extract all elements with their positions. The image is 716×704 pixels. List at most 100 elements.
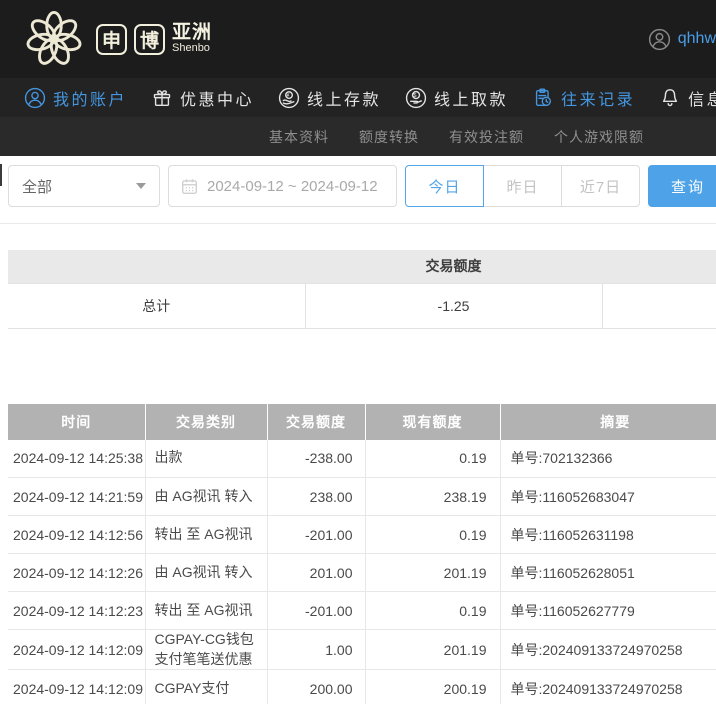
cell-type: 转出 至 AG视讯 — [145, 516, 267, 554]
bell-icon — [659, 87, 681, 109]
sub-nav: 基本资料 额度转换 有效投注额 个人游戏限额 — [0, 117, 716, 156]
column-header-1: 交易类别 — [145, 404, 267, 440]
quick-range-button-2[interactable]: 近7日 — [561, 165, 640, 207]
cell-amount: -238.00 — [267, 440, 365, 478]
cell-note: 单号:202409133724970258 — [500, 670, 716, 704]
column-header-2: 交易额度 — [267, 404, 365, 440]
subnav-tab-3[interactable]: 个人游戏限额 — [554, 127, 644, 147]
user-account-area[interactable]: qhhw — [648, 28, 716, 51]
chevron-down-icon — [136, 183, 146, 189]
transactions-body: 2024-09-12 14:25:38出款-238.000.19单号:70213… — [8, 440, 716, 704]
records-icon — [532, 87, 554, 109]
cell-time: 2024-09-12 14:12:09 — [8, 630, 145, 670]
date-range-input[interactable]: 2024-09-12 ~ 2024-09-12 — [168, 165, 397, 207]
column-header-0: 时间 — [8, 404, 145, 440]
cell-balance: 201.19 — [365, 554, 500, 592]
edge-tick — [0, 164, 2, 186]
cell-balance: 200.19 — [365, 670, 500, 704]
brand-region: 亚洲 Shenbo — [172, 23, 212, 54]
table-row: 2024-09-12 14:12:56转出 至 AG视讯-201.000.19单… — [8, 516, 716, 554]
gift-icon — [151, 87, 173, 109]
svg-text:¥: ¥ — [286, 92, 291, 98]
table-row: 2024-09-12 14:12:26由 AG视讯 转入201.00201.19… — [8, 554, 716, 592]
quick-range-group: 今日昨日近7日 — [405, 165, 640, 207]
cell-time: 2024-09-12 14:12:23 — [8, 592, 145, 630]
summary-header-row: 交易额度 — [8, 250, 716, 283]
cell-note: 单号:702132366 — [500, 440, 716, 478]
cell-amount: 238.00 — [267, 478, 365, 516]
cell-time: 2024-09-12 14:21:59 — [8, 478, 145, 516]
summary-empty-cell — [602, 283, 716, 328]
summary-header-empty-left — [8, 250, 305, 283]
subnav-tab-1[interactable]: 额度转换 — [359, 127, 419, 147]
calendar-icon — [181, 178, 198, 195]
cell-type: 由 AG视讯 转入 — [145, 554, 267, 592]
cell-amount: -201.00 — [267, 592, 365, 630]
nav-item-bell[interactable]: 信息 — [659, 86, 716, 110]
svg-text:$: $ — [413, 93, 419, 99]
cell-note: 单号:116052631198 — [500, 516, 716, 554]
date-range-value: 2024-09-12 ~ 2024-09-12 — [207, 178, 378, 195]
column-header-3: 现有额度 — [365, 404, 500, 440]
brand-char-1: 申 — [96, 24, 127, 55]
subnav-tab-0[interactable]: 基本资料 — [269, 127, 329, 147]
cell-type: 转出 至 AG视讯 — [145, 592, 267, 630]
cell-amount: 200.00 — [267, 670, 365, 704]
cell-type: 出款 — [145, 440, 267, 478]
cell-balance: 238.19 — [365, 478, 500, 516]
subnav-tab-2[interactable]: 有效投注额 — [449, 127, 524, 147]
summary-total-label: 总计 — [8, 283, 305, 328]
nav-item-deposit[interactable]: ¥线上存款 — [278, 86, 381, 110]
deposit-icon: ¥ — [278, 87, 300, 109]
username[interactable]: qhhw — [678, 30, 716, 48]
brand-char-2: 博 — [134, 24, 165, 55]
table-row: 2024-09-12 14:12:09CGPAY-CG钱包支付笔笔送优惠1.00… — [8, 630, 716, 670]
search-button[interactable]: 查询 — [648, 165, 716, 207]
quick-range-button-0[interactable]: 今日 — [405, 165, 484, 207]
cell-amount: 1.00 — [267, 630, 365, 670]
nav-item-gift[interactable]: 优惠中心 — [151, 86, 254, 110]
type-select-value: 全部 — [22, 176, 52, 197]
cell-type: CGPAY-CG钱包支付笔笔送优惠 — [145, 630, 267, 670]
summary-total-value: -1.25 — [305, 283, 602, 328]
user-avatar-icon — [648, 28, 671, 51]
quick-range-button-1[interactable]: 昨日 — [483, 165, 562, 207]
cell-amount: 201.00 — [267, 554, 365, 592]
flower-logo-icon — [26, 11, 82, 67]
cell-time: 2024-09-12 14:12:26 — [8, 554, 145, 592]
summary-header-empty-right — [602, 250, 716, 283]
nav-item-records[interactable]: 往来记录 — [532, 86, 635, 110]
summary-header-label: 交易额度 — [305, 250, 602, 283]
brand-region-cn: 亚洲 — [172, 23, 212, 43]
column-header-4: 摘要 — [500, 404, 716, 440]
cell-type: 由 AG视讯 转入 — [145, 478, 267, 516]
top-header: 申 博 亚洲 Shenbo qhhw — [0, 0, 716, 78]
withdraw-icon: $ — [405, 87, 427, 109]
cell-time: 2024-09-12 14:12:56 — [8, 516, 145, 554]
cell-balance: 0.19 — [365, 440, 500, 478]
brand-logo[interactable]: 申 博 — [96, 24, 165, 55]
nav-item-label: 优惠中心 — [180, 86, 254, 110]
nav-item-user-account[interactable]: 我的账户 — [24, 86, 127, 110]
cell-note: 单号:116052628051 — [500, 554, 716, 592]
section-divider — [0, 223, 716, 224]
user-account-icon — [24, 87, 46, 109]
cell-note: 单号:202409133724970258 — [500, 630, 716, 670]
table-row: 2024-09-12 14:25:38出款-238.000.19单号:70213… — [8, 440, 716, 478]
cell-balance: 0.19 — [365, 516, 500, 554]
cell-balance: 201.19 — [365, 630, 500, 670]
cell-note: 单号:116052627779 — [500, 592, 716, 630]
nav-item-label: 往来记录 — [561, 86, 635, 110]
table-row: 2024-09-12 14:12:09CGPAY支付200.00200.19单号… — [8, 670, 716, 704]
cell-time: 2024-09-12 14:12:09 — [8, 670, 145, 704]
transactions-header-row: 时间交易类别交易额度现有额度摘要 — [8, 404, 716, 440]
brand-region-en: Shenbo — [172, 43, 212, 55]
nav-item-withdraw[interactable]: $线上取款 — [405, 86, 508, 110]
cell-amount: -201.00 — [267, 516, 365, 554]
type-select[interactable]: 全部 — [8, 165, 160, 207]
table-row: 2024-09-12 14:21:59由 AG视讯 转入238.00238.19… — [8, 478, 716, 516]
nav-item-label: 我的账户 — [53, 86, 127, 110]
summary-total-row: 总计 -1.25 — [8, 283, 716, 328]
nav-item-label: 信息 — [688, 86, 716, 110]
cell-type: CGPAY支付 — [145, 670, 267, 704]
